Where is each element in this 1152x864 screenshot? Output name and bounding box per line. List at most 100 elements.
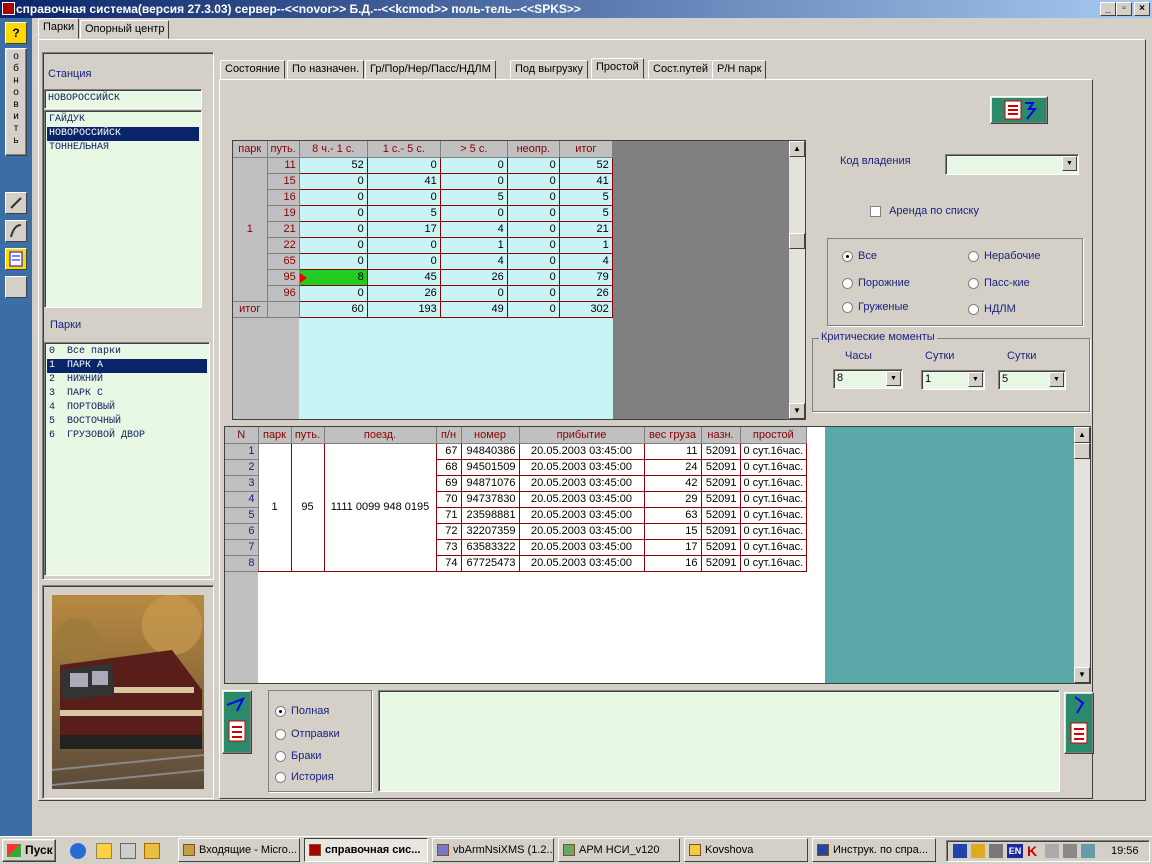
chevron-down-icon[interactable]: ▼	[1062, 156, 1077, 171]
value-cell[interactable]: 0	[440, 157, 508, 174]
table-row[interactable]: 15 0 41 0 0 41	[233, 173, 613, 190]
table-row[interactable]: 19 0 5 0 0 5	[233, 205, 613, 222]
arrival-cell[interactable]: 20.05.2003 03:45:00	[519, 555, 645, 572]
track-cell[interactable]: 95	[291, 443, 325, 572]
value-cell[interactable]: 0	[367, 253, 441, 270]
list-item[interactable]: 5 ВОСТОЧНЫЙ	[47, 415, 207, 429]
radio-icon[interactable]	[275, 750, 286, 762]
park-cell[interactable]: 1	[258, 443, 292, 572]
tab-track-state[interactable]: Сост.путей	[648, 60, 714, 79]
value-cell[interactable]: 4	[440, 253, 508, 270]
destination-cell[interactable]: 52091	[701, 507, 741, 524]
value-cell[interactable]: 4	[559, 253, 613, 270]
table-row[interactable]: 22 0 0 1 0 1	[233, 237, 613, 254]
outlook-icon[interactable]	[96, 843, 112, 859]
pn-cell[interactable]: 74	[436, 555, 462, 572]
col-header[interactable]: 1 с.- 5 с.	[367, 141, 441, 158]
table-row[interactable]: 16 0 0 5 0 5	[233, 189, 613, 206]
value-cell[interactable]: 0	[507, 237, 560, 254]
idle-cell[interactable]: 0 сут.16час.	[740, 491, 808, 508]
filter-ndlm[interactable]: НДЛМ	[968, 303, 1016, 315]
tray-icon[interactable]	[953, 844, 967, 858]
tray-icon[interactable]	[971, 844, 985, 858]
radio-icon[interactable]	[968, 277, 979, 289]
track-cell[interactable]: 19	[267, 205, 300, 222]
tab-parks[interactable]: Парки	[38, 18, 80, 39]
col-header[interactable]: неопр.	[507, 141, 560, 158]
value-cell[interactable]: 0	[507, 269, 560, 286]
desktop-icon[interactable]	[120, 843, 136, 859]
tray-icon[interactable]	[1045, 844, 1059, 858]
value-cell[interactable]: 26	[559, 285, 613, 302]
weight-cell[interactable]: 16	[644, 555, 702, 572]
col-header[interactable]: итог	[559, 141, 613, 158]
row-number[interactable]: 4	[225, 491, 259, 508]
value-cell[interactable]: 0	[299, 285, 368, 302]
col-header[interactable]: путь.	[291, 427, 325, 444]
arrival-cell[interactable]: 20.05.2003 03:45:00	[519, 475, 645, 492]
car-number-cell[interactable]: 67725473	[461, 555, 520, 572]
value-cell[interactable]: 17	[367, 221, 441, 238]
language-indicator[interactable]: EN	[1007, 844, 1023, 858]
tab-unloading[interactable]: Под выгрузку	[510, 60, 588, 79]
days1-select[interactable]: 1 ▼	[921, 370, 985, 390]
col-header[interactable]: парк	[233, 141, 268, 158]
task-button[interactable]: vbArmNsiXMS (1.2...	[432, 838, 554, 862]
filter-nonworking[interactable]: Нерабочие	[968, 250, 1040, 262]
track-cell[interactable]: 21	[267, 221, 300, 238]
value-cell[interactable]: 0	[440, 285, 508, 302]
value-cell[interactable]: 0	[440, 205, 508, 222]
value-cell[interactable]: 8	[299, 269, 368, 286]
minimize-button[interactable]: _	[1100, 2, 1116, 16]
scroll-down-arrow-icon[interactable]: ▼	[789, 403, 805, 419]
value-cell[interactable]: 1	[559, 237, 613, 254]
task-button[interactable]: Входящие - Micro...	[178, 838, 300, 862]
maximize-button[interactable]: ▫	[1116, 2, 1132, 16]
car-number-cell[interactable]: 23598881	[461, 507, 520, 524]
value-cell[interactable]: 0	[507, 253, 560, 270]
task-button[interactable]: справочная сис...	[304, 838, 428, 862]
value-cell[interactable]: 26	[440, 269, 508, 286]
col-header[interactable]: п/н	[436, 427, 462, 444]
hours-select[interactable]: 8 ▼	[833, 369, 903, 389]
col-header[interactable]: 8 ч.- 1 с.	[299, 141, 368, 158]
col-header[interactable]: простой	[740, 427, 808, 444]
pn-cell[interactable]: 69	[436, 475, 462, 492]
car-number-cell[interactable]: 63583322	[461, 539, 520, 556]
volume-icon[interactable]	[1063, 844, 1077, 858]
task-button[interactable]: Kovshova	[684, 838, 808, 862]
value-cell[interactable]: 0	[299, 173, 368, 190]
value-cell[interactable]: 5	[440, 189, 508, 206]
tab-rn-park[interactable]: Р/Н парк	[712, 60, 767, 79]
train-cell[interactable]: 1111 0099 948 0195	[324, 443, 437, 572]
list-item[interactable]: 1 ПАРК А	[47, 359, 207, 373]
value-cell[interactable]: 0	[507, 157, 560, 174]
radio-icon[interactable]	[275, 705, 286, 717]
detail-scrollbar[interactable]: ▲ ▼	[1074, 427, 1090, 683]
pn-cell[interactable]: 72	[436, 523, 462, 540]
table-row[interactable]: 1 11 52 0 0 0 52	[233, 157, 613, 302]
value-cell[interactable]: 0	[367, 237, 441, 254]
col-header[interactable]: номер	[461, 427, 520, 444]
value-cell[interactable]: 0	[299, 237, 368, 254]
radio-icon[interactable]	[842, 250, 853, 262]
pen-tool-button[interactable]	[5, 192, 27, 214]
pn-cell[interactable]: 68	[436, 459, 462, 476]
track-cell[interactable]: 16	[267, 189, 300, 206]
refresh-button[interactable]: обновить	[5, 48, 27, 156]
list-item[interactable]: ГАЙДУК	[47, 113, 199, 127]
value-cell[interactable]: 0	[299, 205, 368, 222]
tab-by-destination[interactable]: По назначен.	[287, 60, 365, 79]
weight-cell[interactable]: 63	[644, 507, 702, 524]
value-cell[interactable]: 79	[559, 269, 613, 286]
value-cell[interactable]: 0	[367, 189, 441, 206]
track-cell[interactable]: 65	[267, 253, 300, 270]
destination-cell[interactable]: 52091	[701, 523, 741, 540]
list-item[interactable]: ТОННЕЛЬНАЯ	[47, 141, 199, 155]
radio-icon[interactable]	[968, 250, 979, 262]
row-number[interactable]: 8	[225, 555, 259, 572]
mode-defects[interactable]: Браки	[275, 750, 321, 762]
task-button[interactable]: Инструк. по спра...	[812, 838, 936, 862]
col-header[interactable]: назн.	[701, 427, 741, 444]
idle-cell[interactable]: 0 сут.16час.	[740, 539, 808, 556]
